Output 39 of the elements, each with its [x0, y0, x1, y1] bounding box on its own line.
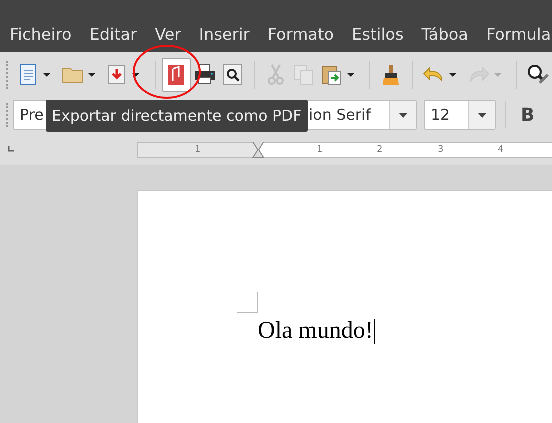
menu-item[interactable]: Editar: [80, 23, 146, 47]
printer-icon: [192, 62, 217, 86]
bold-button[interactable]: B: [521, 102, 535, 128]
ruler-number: 3: [438, 144, 444, 156]
document-text: Ola mundo!: [258, 317, 374, 346]
annotation-circle: [132, 44, 202, 100]
menu-item[interactable]: Inserir: [190, 23, 259, 47]
caret-icon: [494, 72, 502, 76]
menu-item[interactable]: Formula: [477, 23, 552, 47]
ruler[interactable]: 1 1 2 3 4: [137, 142, 552, 158]
find-replace-icon: [526, 62, 550, 86]
menu-item[interactable]: Ficheiro: [1, 23, 81, 47]
caret-icon: [478, 112, 486, 118]
document-page[interactable]: Ola mundo!: [137, 190, 552, 423]
export-pdf-button[interactable]: [162, 58, 190, 92]
dropdown-button[interactable]: [389, 101, 416, 129]
text-cursor: [374, 318, 376, 344]
menu-item[interactable]: Táboa: [412, 23, 478, 47]
caret-icon: [88, 72, 96, 76]
indent-marker-icon[interactable]: [252, 142, 265, 158]
tooltip: Exportar directamente como PDF: [46, 100, 308, 132]
pages-icon: [292, 62, 316, 86]
ruler-number: 1: [195, 144, 201, 156]
caret-icon: [398, 112, 408, 118]
menu-item[interactable]: Formato: [258, 23, 344, 47]
font-size-field[interactable]: 12: [424, 100, 496, 130]
caret-icon: [132, 72, 140, 76]
ruler-number: 4: [498, 144, 504, 156]
magnifier-page-icon: [220, 62, 245, 86]
tab-stop-icon[interactable]: [8, 146, 14, 152]
menu-item[interactable]: Estilos: [343, 23, 413, 47]
menu-item[interactable]: Ver: [146, 23, 190, 47]
ruler-number: 2: [377, 144, 383, 156]
caret-icon: [449, 72, 458, 76]
dropdown-button[interactable]: [468, 101, 495, 129]
caret-icon: [346, 72, 355, 76]
ruler-number: 1: [317, 144, 323, 156]
caret-icon: [43, 72, 52, 76]
text-boundary-mark: [237, 292, 259, 314]
